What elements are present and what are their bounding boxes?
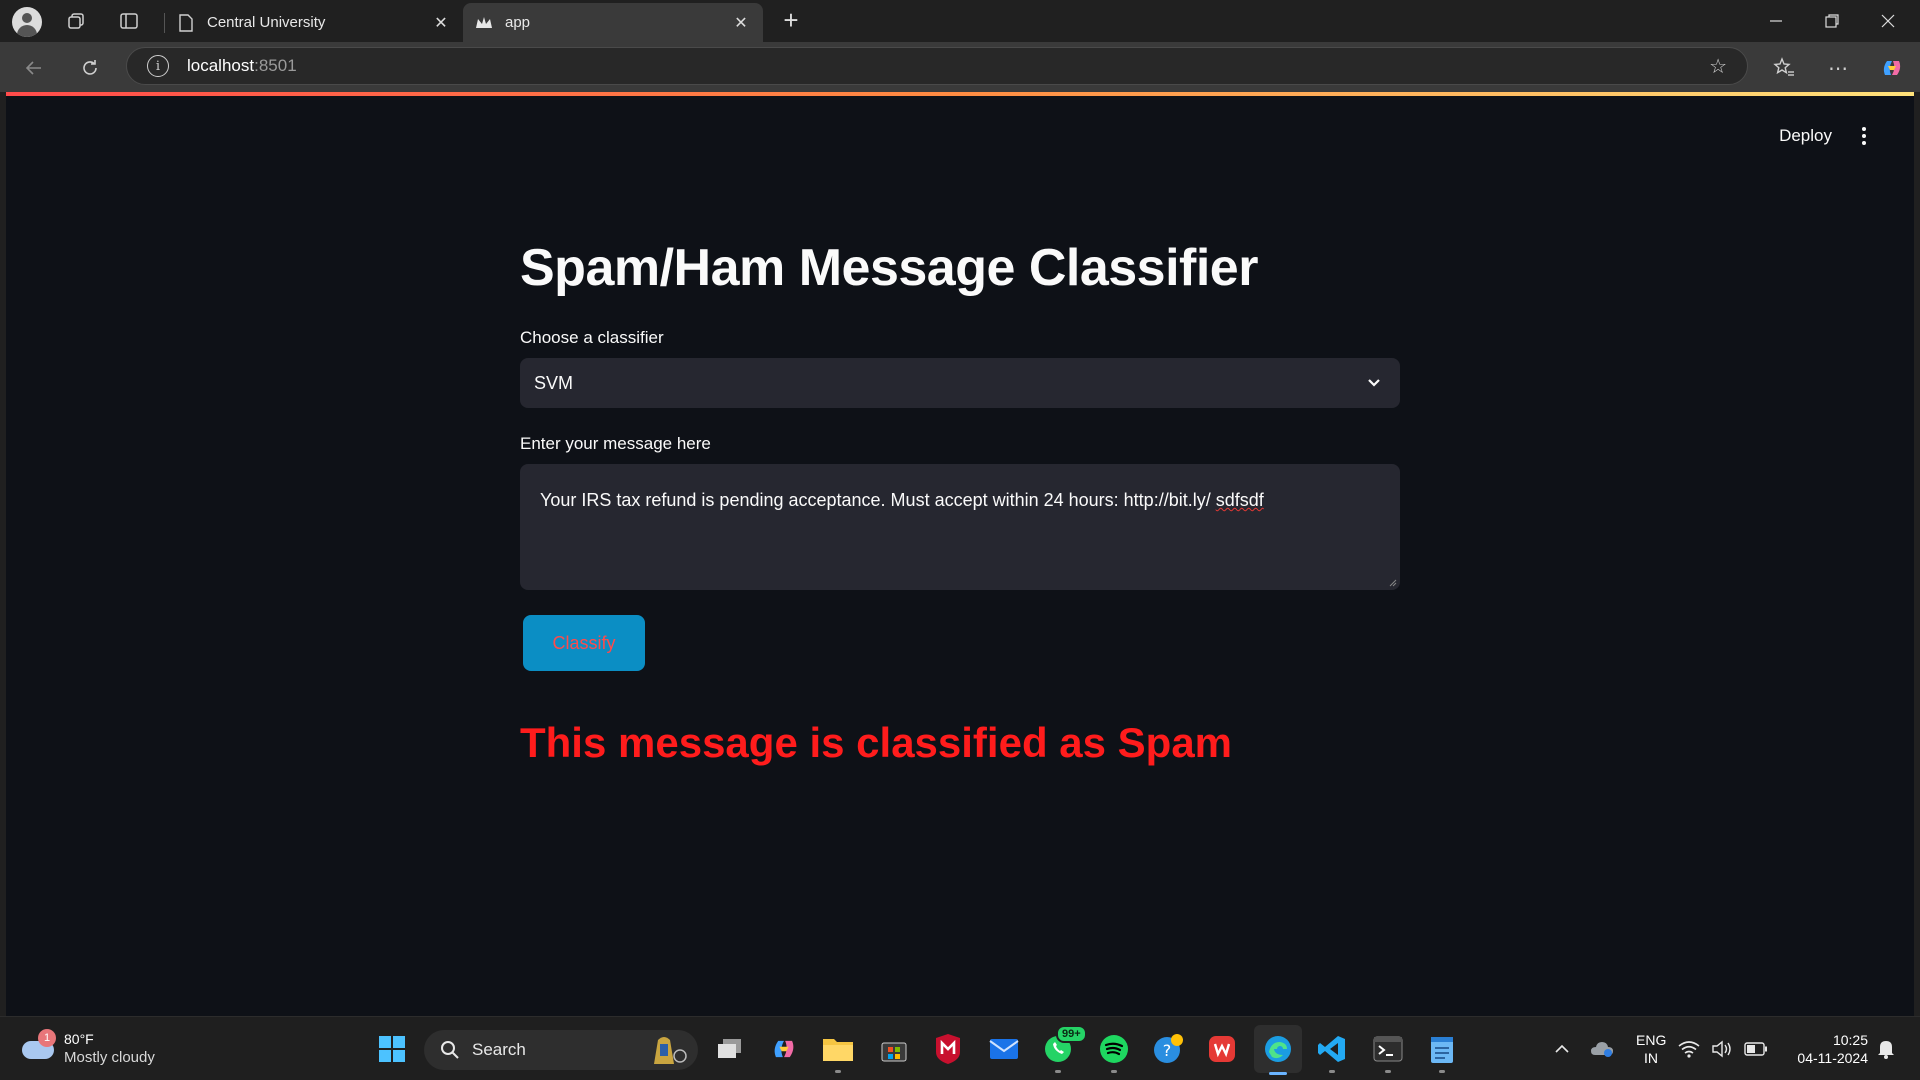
weather-desc: Mostly cloudy — [64, 1049, 155, 1066]
restore-icon[interactable] — [1804, 0, 1860, 42]
help-icon[interactable]: ? — [1150, 1031, 1186, 1067]
system-clock[interactable]: 10:25 04-11-2024 — [1780, 1031, 1868, 1067]
tab-central-university[interactable]: Central University ✕ — [165, 3, 463, 42]
app-viewport: Deploy Spam/Ham Message Classifier Choos… — [6, 96, 1914, 1016]
onedrive-icon[interactable] — [1584, 1031, 1620, 1067]
search-highlight-art-icon — [654, 1037, 687, 1064]
mcafee-icon[interactable] — [930, 1031, 966, 1067]
running-indicator — [1439, 1070, 1445, 1073]
profile-avatar-icon[interactable] — [12, 7, 42, 37]
weather-temp: 80°F — [64, 1031, 94, 1047]
tab-app[interactable]: app ✕ — [463, 3, 763, 42]
active-indicator — [1269, 1072, 1287, 1075]
notification-bell-icon[interactable] — [1868, 1031, 1904, 1067]
url-host: localhost — [187, 56, 255, 75]
favorite-star-icon[interactable]: ☆ — [1709, 54, 1727, 79]
weather-widget[interactable]: 1 80°F Mostly cloudy — [20, 1027, 220, 1071]
minimize-icon[interactable] — [1748, 0, 1804, 42]
address-bar[interactable]: i localhost :8501 ☆ — [126, 47, 1748, 85]
classifier-label: Choose a classifier — [520, 328, 664, 347]
page-title: Spam/Ham Message Classifier — [520, 239, 1258, 297]
quick-settings[interactable] — [1678, 1031, 1768, 1067]
clock-time: 10:25 — [1832, 1032, 1868, 1048]
volume-icon — [1712, 1040, 1731, 1058]
running-indicator — [1111, 1070, 1117, 1073]
taskbar-search[interactable]: Search — [424, 1030, 698, 1070]
running-indicator — [1055, 1070, 1061, 1073]
refresh-icon[interactable] — [74, 52, 106, 84]
page-icon — [177, 13, 195, 32]
new-tab-button[interactable]: + — [776, 6, 806, 36]
windows-start-icon[interactable] — [374, 1031, 410, 1067]
classifier-select[interactable]: SVM — [520, 358, 1400, 408]
language-line2: IN — [1644, 1050, 1658, 1066]
edge-icon[interactable] — [1254, 1025, 1302, 1075]
classifier-selected-value: SVM — [534, 372, 574, 393]
browser-tab-bar: Central University ✕ app ✕ + — [0, 0, 1920, 42]
close-window-icon[interactable] — [1860, 0, 1916, 42]
svg-text:?: ? — [1163, 1041, 1172, 1060]
tab-close-icon[interactable]: ✕ — [731, 13, 751, 33]
language-indicator[interactable]: ENG IN — [1636, 1031, 1666, 1067]
running-indicator — [835, 1070, 841, 1073]
deploy-button[interactable]: Deploy — [1779, 126, 1832, 146]
chevron-up-icon[interactable] — [1544, 1031, 1580, 1067]
microsoft-store-icon[interactable] — [876, 1031, 912, 1067]
running-indicator — [1329, 1070, 1335, 1073]
message-text: Your IRS tax refund is pending acceptanc… — [540, 490, 1216, 510]
classify-button[interactable]: Classify — [523, 615, 645, 671]
notepad-icon[interactable] — [1424, 1031, 1460, 1073]
message-textarea[interactable]: Your IRS tax refund is pending acceptanc… — [520, 464, 1400, 590]
workspaces-icon[interactable] — [62, 6, 92, 36]
streamlit-crown-icon — [475, 14, 493, 32]
task-view-icon[interactable] — [712, 1031, 748, 1067]
url-port: :8501 — [254, 56, 297, 75]
tab-title: Central University — [207, 14, 326, 31]
terminal-icon[interactable] — [1370, 1031, 1406, 1073]
running-indicator — [1385, 1070, 1391, 1073]
more-options-icon[interactable]: ⋯ — [1822, 52, 1854, 84]
message-label: Enter your message here — [520, 434, 711, 453]
search-label: Search — [472, 1040, 526, 1059]
clock-date: 04-11-2024 — [1797, 1050, 1868, 1066]
browser-toolbar: i localhost :8501 ☆ ⋯ — [0, 42, 1920, 92]
windows-taskbar: 1 80°F Mostly cloudy Search 99+ ? ENG IN… — [0, 1016, 1920, 1080]
main-content: Spam/Ham Message Classifier Choose a cla… — [520, 236, 1400, 767]
whatsapp-icon[interactable]: 99+ — [1040, 1025, 1087, 1073]
chevron-down-icon — [1368, 379, 1380, 387]
message-text-misspelled: sdfsdf — [1215, 490, 1264, 510]
file-explorer-icon[interactable] — [820, 1031, 856, 1073]
classification-result: This message is classified as Spam — [520, 719, 1233, 766]
tab-close-icon[interactable]: ✕ — [431, 13, 451, 33]
main-menu-icon[interactable] — [1854, 124, 1874, 148]
whatsapp-badge: 99+ — [1056, 1025, 1087, 1043]
battery-icon — [1744, 1042, 1767, 1056]
copilot-app-icon[interactable] — [766, 1031, 802, 1067]
wifi-icon — [1678, 1041, 1700, 1058]
mail-icon[interactable] — [986, 1031, 1022, 1067]
copilot-icon[interactable] — [1876, 52, 1908, 84]
favorites-icon[interactable] — [1768, 52, 1800, 84]
vertical-tabs-icon[interactable] — [114, 6, 144, 36]
vscode-icon[interactable] — [1314, 1031, 1350, 1073]
search-icon — [441, 1041, 459, 1059]
resize-grip-icon[interactable] — [1389, 579, 1397, 587]
language-line1: ENG — [1636, 1032, 1667, 1048]
spotify-icon[interactable] — [1096, 1031, 1132, 1073]
site-info-icon[interactable]: i — [147, 55, 169, 77]
tab-title: app — [505, 14, 531, 31]
wps-office-icon[interactable] — [1204, 1031, 1240, 1067]
weather-badge: 1 — [38, 1029, 56, 1047]
back-arrow-icon[interactable] — [18, 52, 50, 84]
